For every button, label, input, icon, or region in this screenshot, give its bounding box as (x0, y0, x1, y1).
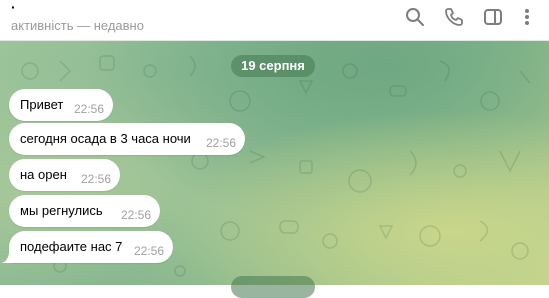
message-text: мы регнулись (20, 203, 103, 218)
message-time: 22:56 (73, 102, 104, 116)
message-time: 22:56 (120, 208, 151, 222)
phone-icon[interactable] (443, 6, 465, 28)
message-text: Привет (20, 97, 64, 112)
message-text: подефаите нас 7 (20, 239, 123, 254)
chat-header: · активність — недавно (0, 0, 549, 41)
message-bubble[interactable]: подефаите нас 7 22:56 (9, 231, 173, 263)
bubble-tail (2, 253, 12, 263)
message-time: 22:56 (80, 172, 111, 186)
message-text: сегодня осада в 3 часа ночи (20, 131, 191, 146)
more-icon[interactable] (516, 6, 538, 28)
chat-title[interactable]: · (11, 0, 16, 15)
message-bubble[interactable]: на орен 22:56 (9, 159, 120, 191)
message-time: 22:56 (205, 136, 236, 150)
message-time: 22:56 (133, 244, 164, 258)
message-bubble[interactable]: сегодня осада в 3 часа ночи 22:56 (9, 123, 245, 155)
date-separator-next (231, 276, 315, 298)
search-icon[interactable] (404, 6, 426, 28)
chat-status: активність — недавно (11, 18, 144, 33)
message-bubble[interactable]: Привет 22:56 (9, 89, 113, 121)
date-separator: 19 серпня (231, 55, 315, 77)
message-bubble[interactable]: мы регнулись 22:56 (9, 195, 160, 227)
message-text: на орен (20, 167, 67, 182)
sidebar-toggle-icon[interactable] (482, 6, 504, 28)
